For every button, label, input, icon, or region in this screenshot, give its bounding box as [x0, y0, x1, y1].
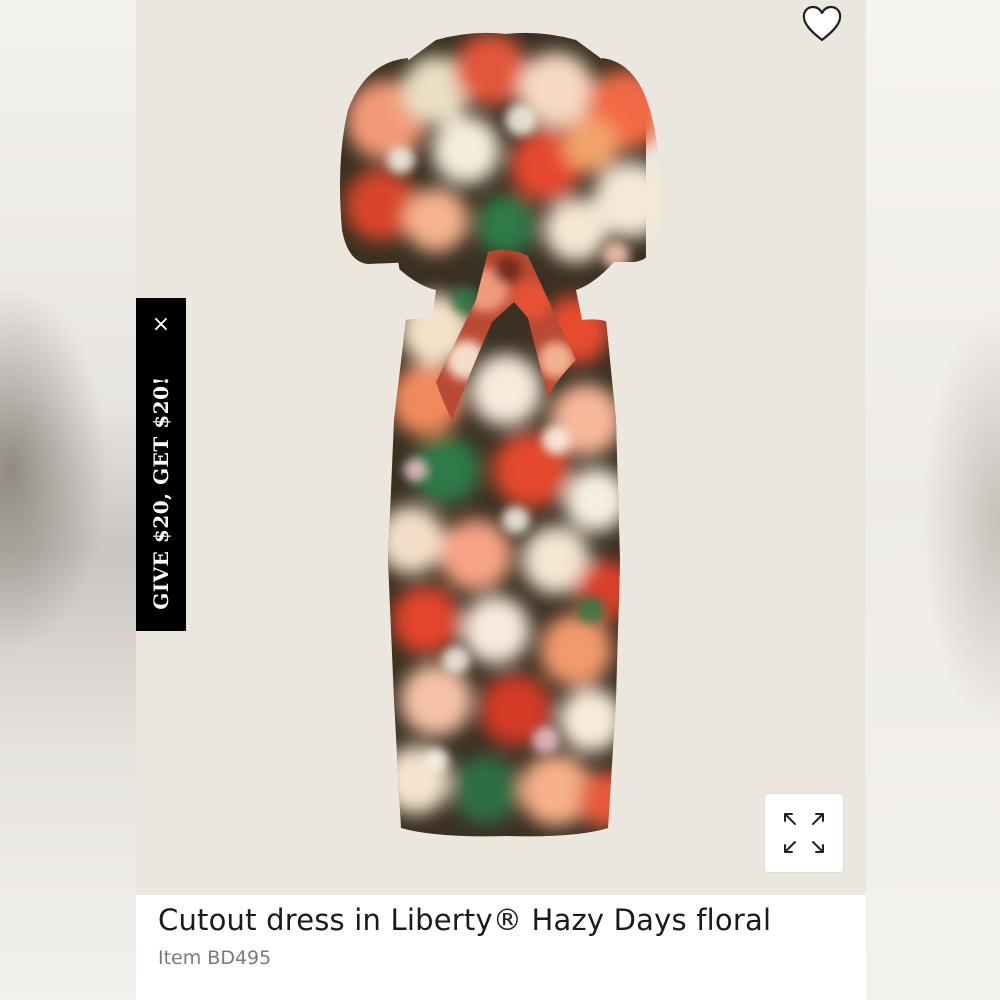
promo-tab[interactable]: × GIVE $20, GET $20!: [136, 298, 186, 631]
product-image[interactable]: [136, 0, 866, 895]
backdrop-left: [0, 0, 136, 1000]
product-info: Cutout dress in Liberty® Hazy Days flora…: [136, 895, 866, 1000]
backdrop-right: [866, 0, 1000, 1000]
heart-icon: [802, 5, 842, 42]
promo-text[interactable]: GIVE $20, GET $20!: [149, 376, 173, 610]
dress-image: [340, 32, 661, 837]
product-item-number: Item BD495: [158, 947, 272, 969]
favorite-button[interactable]: [798, 2, 846, 46]
product-title: Cutout dress in Liberty® Hazy Days flora…: [158, 903, 772, 937]
expand-icon: [784, 813, 824, 853]
close-icon[interactable]: ×: [136, 308, 186, 340]
expand-image-button[interactable]: [764, 793, 844, 873]
